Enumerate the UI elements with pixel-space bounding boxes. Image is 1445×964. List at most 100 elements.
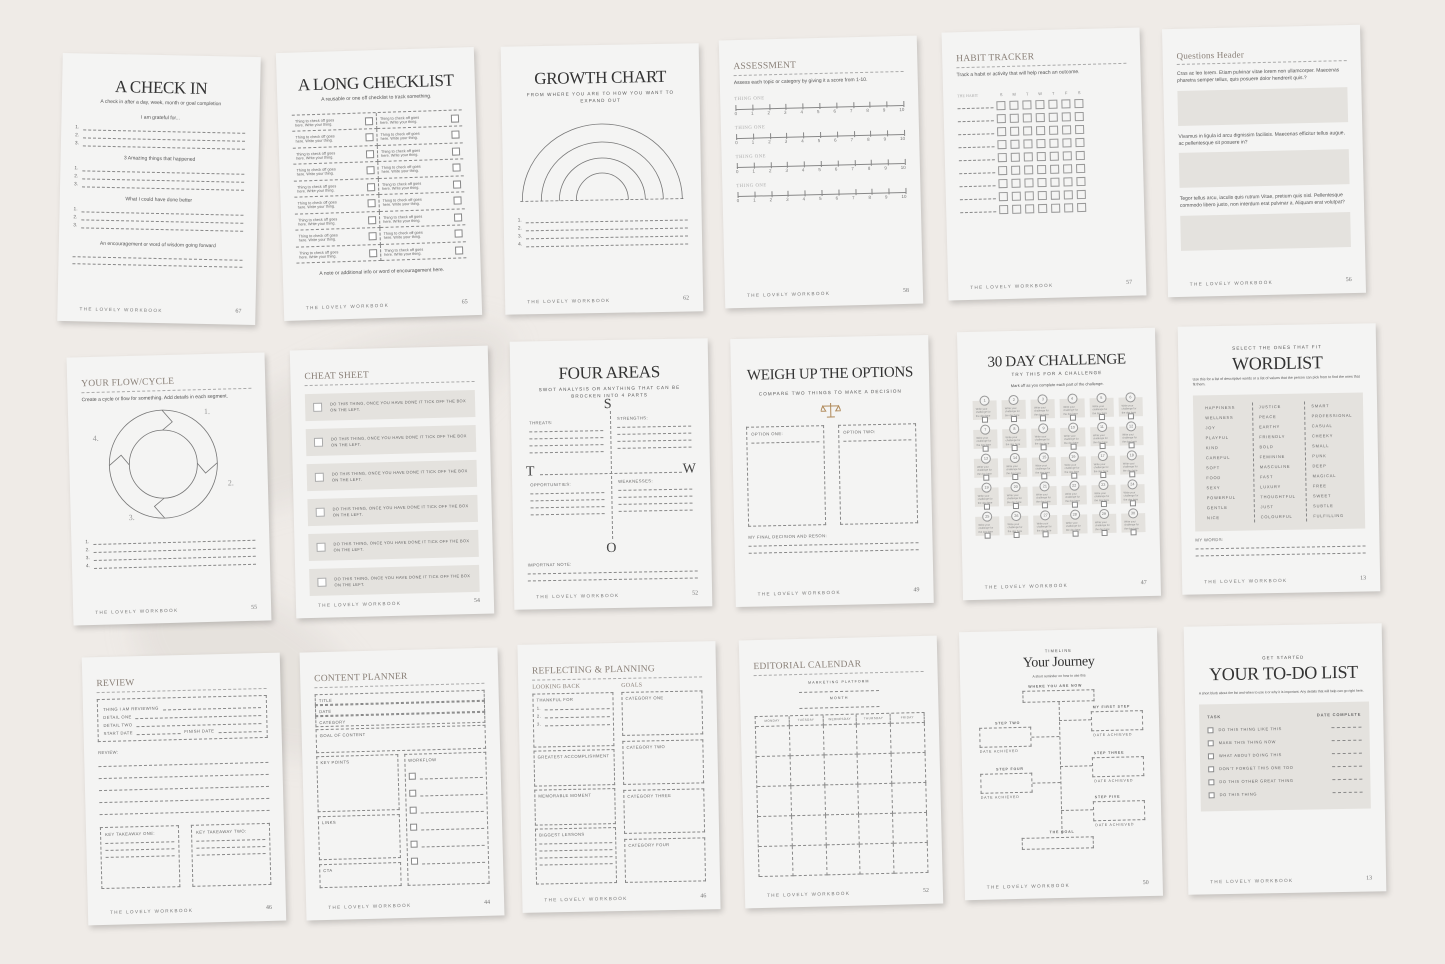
- step-box[interactable]: [979, 727, 1032, 749]
- cheat-item[interactable]: DO THIS THING, ONCE YOU HAVE DONE IT TIC…: [309, 564, 480, 597]
- habit-checkbox[interactable]: [999, 205, 1009, 215]
- page-flow-cycle[interactable]: YOUR FLOW/CYCLE Create a cycle or flow f…: [66, 352, 272, 626]
- checkbox[interactable]: [1127, 413, 1134, 420]
- checkbox[interactable]: [1042, 531, 1050, 538]
- challenge-day[interactable]: 13Write your challenge for the day here: [973, 453, 999, 481]
- calendar-cell[interactable]: [789, 725, 825, 757]
- habit-checkbox[interactable]: [1064, 203, 1074, 213]
- calendar-cell[interactable]: [755, 726, 791, 758]
- checkbox[interactable]: [1100, 500, 1107, 508]
- habit-checkbox[interactable]: [1023, 139, 1033, 149]
- now-box[interactable]: [1022, 689, 1095, 704]
- writing-line[interactable]: [420, 804, 484, 814]
- writing-line[interactable]: [539, 857, 613, 866]
- writing-line[interactable]: [618, 503, 693, 513]
- habit-checkbox[interactable]: [996, 114, 1006, 124]
- calendar-cell[interactable]: [824, 754, 859, 786]
- habit-checkbox[interactable]: [996, 101, 1006, 111]
- habit-checkbox[interactable]: [1011, 191, 1021, 202]
- calendar-cell[interactable]: [756, 756, 792, 788]
- answer-box[interactable]: [1180, 211, 1351, 251]
- page-30-day-challenge[interactable]: 30 DAY CHALLENGE TRY THIS FOR A CHALLENG…: [956, 327, 1162, 601]
- habit-checkbox[interactable]: [998, 166, 1008, 176]
- checkbox[interactable]: [451, 146, 461, 156]
- workflow-step[interactable]: [409, 804, 484, 814]
- checkbox[interactable]: [1208, 765, 1215, 772]
- todo-item[interactable]: DO THIS THING: [1208, 786, 1363, 802]
- workflow-step[interactable]: [410, 855, 486, 865]
- workflow-step[interactable]: [408, 787, 484, 797]
- checkbox[interactable]: [367, 199, 376, 208]
- habit-checkbox[interactable]: [1010, 152, 1020, 163]
- page-your-journey[interactable]: TIMELINE Your Journey A short reminder o…: [958, 627, 1164, 901]
- calendar-cell[interactable]: [792, 845, 828, 877]
- challenge-day[interactable]: 7Write your challenge for the day here: [973, 424, 998, 452]
- category-box[interactable]: CATEGORY THREE: [623, 788, 706, 834]
- page-reflecting-planning[interactable]: REFLECTING & PLANNING LOOKING BACK THANK…: [517, 641, 721, 913]
- habit-checkbox[interactable]: [1025, 204, 1035, 214]
- writing-line[interactable]: [545, 718, 611, 727]
- checkbox[interactable]: [453, 212, 463, 222]
- checkbox[interactable]: [1069, 414, 1076, 421]
- checkbox[interactable]: [1070, 472, 1077, 479]
- habit-checkbox[interactable]: [1061, 112, 1071, 122]
- writing-line[interactable]: [799, 700, 880, 710]
- checkbox[interactable]: [1040, 415, 1047, 422]
- checkbox[interactable]: [366, 182, 376, 191]
- checkbox[interactable]: [451, 130, 460, 139]
- category-box[interactable]: CATEGORY ONE: [621, 690, 704, 736]
- calendar-cell[interactable]: [791, 815, 827, 847]
- checkbox[interactable]: [1207, 739, 1214, 746]
- cheat-item[interactable]: DO THIS THING, ONCE YOU HAVE DONE IT TIC…: [304, 389, 476, 422]
- writing-line[interactable]: [419, 787, 484, 797]
- calendar-cell[interactable]: [790, 755, 825, 787]
- step-box[interactable]: [980, 773, 1033, 795]
- writing-line[interactable]: [196, 847, 266, 856]
- habit-checkbox[interactable]: [1037, 178, 1047, 188]
- habit-checkbox[interactable]: [1024, 178, 1034, 188]
- calendar-cell[interactable]: [891, 753, 927, 785]
- habit-checkbox[interactable]: [1075, 151, 1085, 161]
- calendar-cell[interactable]: [891, 723, 926, 755]
- page-growth-chart[interactable]: GROWTH CHART FROM WHERE YOU ARE TO HOW Y…: [500, 43, 704, 315]
- checkbox[interactable]: [1129, 500, 1136, 507]
- calendar-cell[interactable]: [825, 814, 861, 846]
- step-box[interactable]: [1092, 800, 1146, 822]
- checkbox[interactable]: [452, 163, 461, 172]
- calendar-cell[interactable]: [791, 785, 826, 817]
- challenge-day[interactable]: 18Write your challenge for the day here: [1119, 450, 1145, 478]
- habit-checkbox[interactable]: [1011, 165, 1021, 176]
- habit-checkbox[interactable]: [1074, 112, 1084, 122]
- habit-checkbox[interactable]: [1061, 99, 1071, 109]
- challenge-day[interactable]: 1Write your challenge for the day here: [972, 395, 998, 423]
- checkbox[interactable]: [315, 507, 325, 517]
- page-cheat-sheet[interactable]: CHEAT SHEET DO THIS THING, ONCE YOU HAVE…: [289, 345, 495, 619]
- habit-checkbox[interactable]: [1062, 125, 1072, 135]
- challenge-day[interactable]: 12Write your challenge for the day here: [1118, 421, 1144, 449]
- calendar-cell[interactable]: [758, 816, 793, 848]
- checkbox[interactable]: [1072, 530, 1079, 537]
- challenge-day[interactable]: 25Write your challenge for the day here: [975, 511, 1000, 539]
- date-line[interactable]: [1332, 791, 1363, 794]
- checkbox[interactable]: [408, 772, 416, 780]
- habit-checkbox[interactable]: [1062, 151, 1072, 161]
- challenge-day[interactable]: 3Write your challenge for the day here: [1030, 394, 1056, 422]
- calendar-cell[interactable]: [758, 846, 794, 878]
- page-four-areas[interactable]: FOUR AREAS SWOT ANALYSIS OR ANYTHING THA…: [509, 338, 713, 610]
- habit-checkbox[interactable]: [1076, 177, 1086, 187]
- habit-checkbox[interactable]: [1023, 126, 1033, 136]
- habit-checkbox[interactable]: [1049, 151, 1059, 162]
- writing-line[interactable]: [421, 855, 486, 865]
- thankful-box[interactable]: THANKFUL FOR 1. 2. 3.: [532, 692, 615, 748]
- challenge-day[interactable]: 8Write your challenge for the day here: [1002, 423, 1027, 452]
- checkbox[interactable]: [1208, 791, 1215, 798]
- habit-checkbox[interactable]: [1024, 191, 1034, 201]
- checkbox[interactable]: [316, 542, 326, 552]
- checkbox[interactable]: [317, 577, 327, 587]
- challenge-day[interactable]: 21Write your challenge for the day here: [1032, 481, 1058, 509]
- key-points-box[interactable]: KEY POINTS: [316, 754, 400, 813]
- challenge-day[interactable]: 30Write your challenge for the day here: [1120, 508, 1146, 536]
- goal-field[interactable]: GOAL OF CONTENT: [315, 724, 487, 754]
- checkbox[interactable]: [1099, 442, 1106, 450]
- category-box[interactable]: CATEGORY FOUR: [624, 837, 707, 883]
